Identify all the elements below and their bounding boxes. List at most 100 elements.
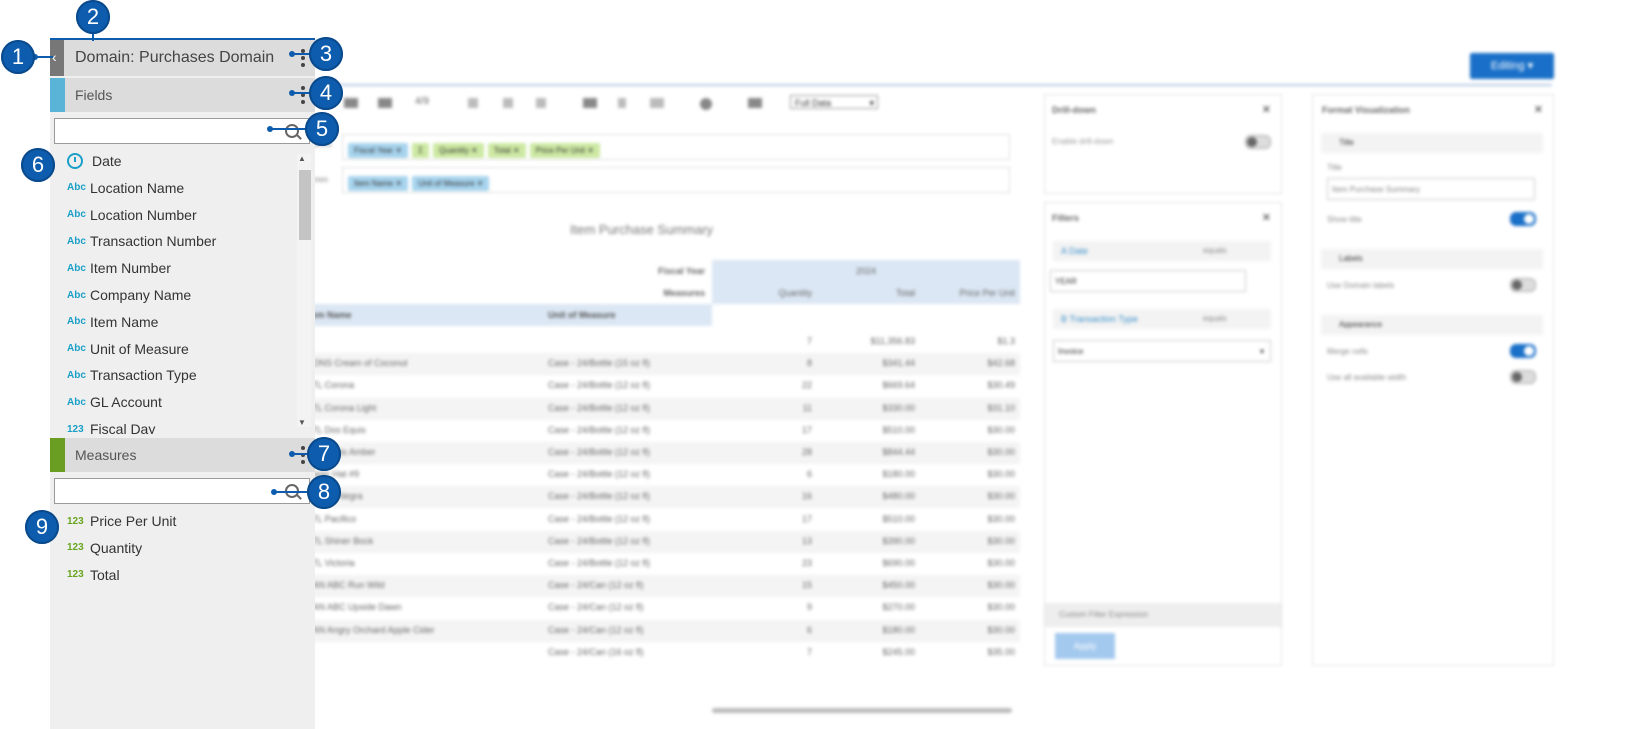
measures-header[interactable]: Measures — [50, 438, 315, 472]
field-item[interactable]: Date — [67, 151, 122, 171]
show-title-label: Show title — [1327, 215, 1362, 224]
chip-sigma[interactable]: Σ — [412, 143, 430, 158]
title-input[interactable]: Item Purchase Summary — [1327, 178, 1535, 200]
table-cell: Dos Equis Amber — [306, 447, 376, 457]
table-cell: 17 — [801, 424, 812, 435]
field-item[interactable]: Abc Item Name — [67, 312, 158, 332]
close-icon[interactable]: ✕ — [1262, 103, 1271, 116]
use-all-width-toggle[interactable] — [1510, 370, 1536, 384]
table-cell: $690.00 — [882, 558, 915, 568]
chip-quantity[interactable]: Quantity ✕ — [433, 143, 484, 158]
table-icon[interactable] — [378, 98, 392, 108]
editing-button[interactable]: Editing ▾ — [1470, 53, 1554, 79]
col-header-total: Total — [895, 288, 915, 298]
measure-item[interactable]: 123 Price Per Unit — [67, 511, 176, 531]
filters-panel: Filters ✕ A Date equals YEAR B Transacti… — [1044, 202, 1282, 666]
filter-a-value[interactable]: YEAR — [1050, 270, 1246, 292]
filter-b-select[interactable]: Invoice ▾ — [1053, 340, 1271, 362]
table-cell: 16 — [801, 491, 812, 502]
table-cell: $30.49 — [987, 380, 1015, 391]
table-cell: Case - 24/Bottle (12 oz fl) — [548, 491, 651, 502]
merge-cells-toggle[interactable] — [1510, 344, 1536, 358]
table-cell: $245.00 — [882, 646, 915, 657]
labels-section[interactable]: Labels — [1321, 249, 1543, 269]
table-cell: CAN ABC Upside Dawn — [306, 602, 402, 613]
field-item[interactable]: 123 Fiscal Day — [67, 419, 155, 434]
field-item[interactable]: Abc Item Number — [67, 258, 171, 278]
callout-marker: 1 — [1, 40, 35, 74]
filter-a-row[interactable]: A Date equals — [1053, 241, 1271, 261]
chip-total[interactable]: Total ✕ — [487, 143, 526, 158]
drill-down-title: Drill-down — [1052, 105, 1096, 115]
redo-icon[interactable] — [503, 98, 513, 108]
scroll-thumb[interactable] — [299, 170, 311, 240]
filter-b-row[interactable]: B Transaction Type equals — [1053, 309, 1271, 329]
measures-menu-icon[interactable] — [301, 446, 305, 464]
chip-unit-of-measure[interactable]: Unit of Measure ✕ — [412, 176, 490, 191]
rows-drop-zone[interactable]: Item Name ✕ Unit of Measure ✕ — [342, 167, 1010, 193]
appearance-section[interactable]: Appearance — [1321, 315, 1543, 335]
close-icon[interactable]: ✕ — [1534, 103, 1543, 116]
measure-label: Total — [90, 566, 120, 583]
apply-button[interactable]: Apply — [1055, 633, 1115, 659]
scroll-down-icon[interactable]: ▼ — [298, 418, 306, 427]
table-cell: Modelo Negra — [306, 491, 363, 502]
gear-icon[interactable] — [700, 98, 712, 110]
table-cell: Case - 24/Can (12 oz fl) — [548, 624, 644, 635]
field-item[interactable]: Abc Transaction Type — [67, 365, 197, 385]
scroll-up-icon[interactable]: ▲ — [298, 154, 306, 163]
pause-icon[interactable] — [618, 98, 626, 108]
chart-type-icon[interactable] — [344, 98, 358, 108]
table-cell: $30.00 — [987, 602, 1015, 613]
close-icon[interactable]: ✕ — [1262, 211, 1271, 224]
table-cell: BTL Corona Light — [306, 402, 377, 413]
table-h-scrollbar[interactable] — [712, 708, 1012, 713]
custom-filter-expression[interactable]: Custom Filter Expression — [1045, 603, 1281, 627]
table-cell: Case - 24/Bottle (15 oz fl) — [548, 358, 651, 369]
field-label: GL Account — [90, 394, 162, 411]
chip-fiscal-year[interactable]: Fiscal Year ✕ — [348, 143, 409, 158]
table-cell: $35.00 — [987, 646, 1015, 657]
calendar-icon[interactable] — [650, 98, 664, 108]
number-type-icon: 123 — [67, 542, 84, 554]
undo-icon[interactable] — [468, 98, 478, 108]
field-label: Transaction Number — [90, 233, 217, 250]
field-item[interactable]: Abc Location Name — [67, 178, 184, 198]
format-title: Format Visualization — [1322, 105, 1410, 115]
callout-leader-line — [274, 491, 308, 493]
copy-icon[interactable] — [583, 98, 597, 108]
field-item[interactable]: Abc GL Account — [67, 392, 162, 412]
table-cell: Case - 24/Bottle (12 oz fl) — [548, 558, 651, 568]
table-cell: $180.00 — [882, 469, 915, 480]
refresh-icon[interactable] — [536, 98, 546, 108]
enable-drill-down-toggle[interactable] — [1245, 135, 1271, 149]
columns-drop-zone[interactable]: Fiscal Year ✕ Σ Quantity ✕ Total ✕ Price Per… — [342, 134, 1010, 160]
measures-title: Measures — [75, 447, 137, 463]
table-cell: $1.3 — [997, 336, 1015, 346]
use-domain-labels-toggle[interactable] — [1510, 278, 1536, 292]
measure-item[interactable]: 123 Total — [67, 565, 120, 585]
callout-marker: 9 — [25, 510, 59, 544]
field-item[interactable]: Abc Location Number — [67, 205, 197, 225]
fields-scrollbar[interactable]: ▲ ▼ — [297, 154, 311, 427]
table-cell: CAN ABC Run Wild — [306, 580, 385, 591]
data-select[interactable]: Full Data ▾ — [790, 95, 878, 109]
callout-leader-dot — [289, 90, 295, 96]
table-cell: Case - 24/Bottle (12 oz fl) — [548, 513, 651, 524]
chip-item-name[interactable]: Item Name ✕ — [348, 176, 409, 191]
text-type-icon: Abc — [67, 316, 86, 328]
field-item[interactable]: Abc Unit of Measure — [67, 339, 189, 359]
field-item[interactable]: Abc Transaction Number — [67, 231, 216, 251]
show-title-toggle[interactable] — [1510, 212, 1536, 226]
table-cell: 11 — [802, 402, 812, 413]
fields-menu-icon[interactable] — [301, 86, 305, 104]
title-section[interactable]: Title — [1321, 133, 1543, 153]
measure-label: Price Per Unit — [90, 513, 177, 529]
field-item[interactable]: Abc Company Name — [67, 285, 191, 305]
sort-icon[interactable] — [748, 98, 762, 108]
domain-menu-icon[interactable] — [301, 49, 305, 67]
chip-price-per-unit[interactable]: Price Per Unit ✕ — [529, 143, 600, 158]
field-label: Item Number — [90, 260, 171, 277]
measure-item[interactable]: 123 Quantity — [67, 538, 142, 558]
table-cell: $270.00 — [882, 602, 915, 613]
